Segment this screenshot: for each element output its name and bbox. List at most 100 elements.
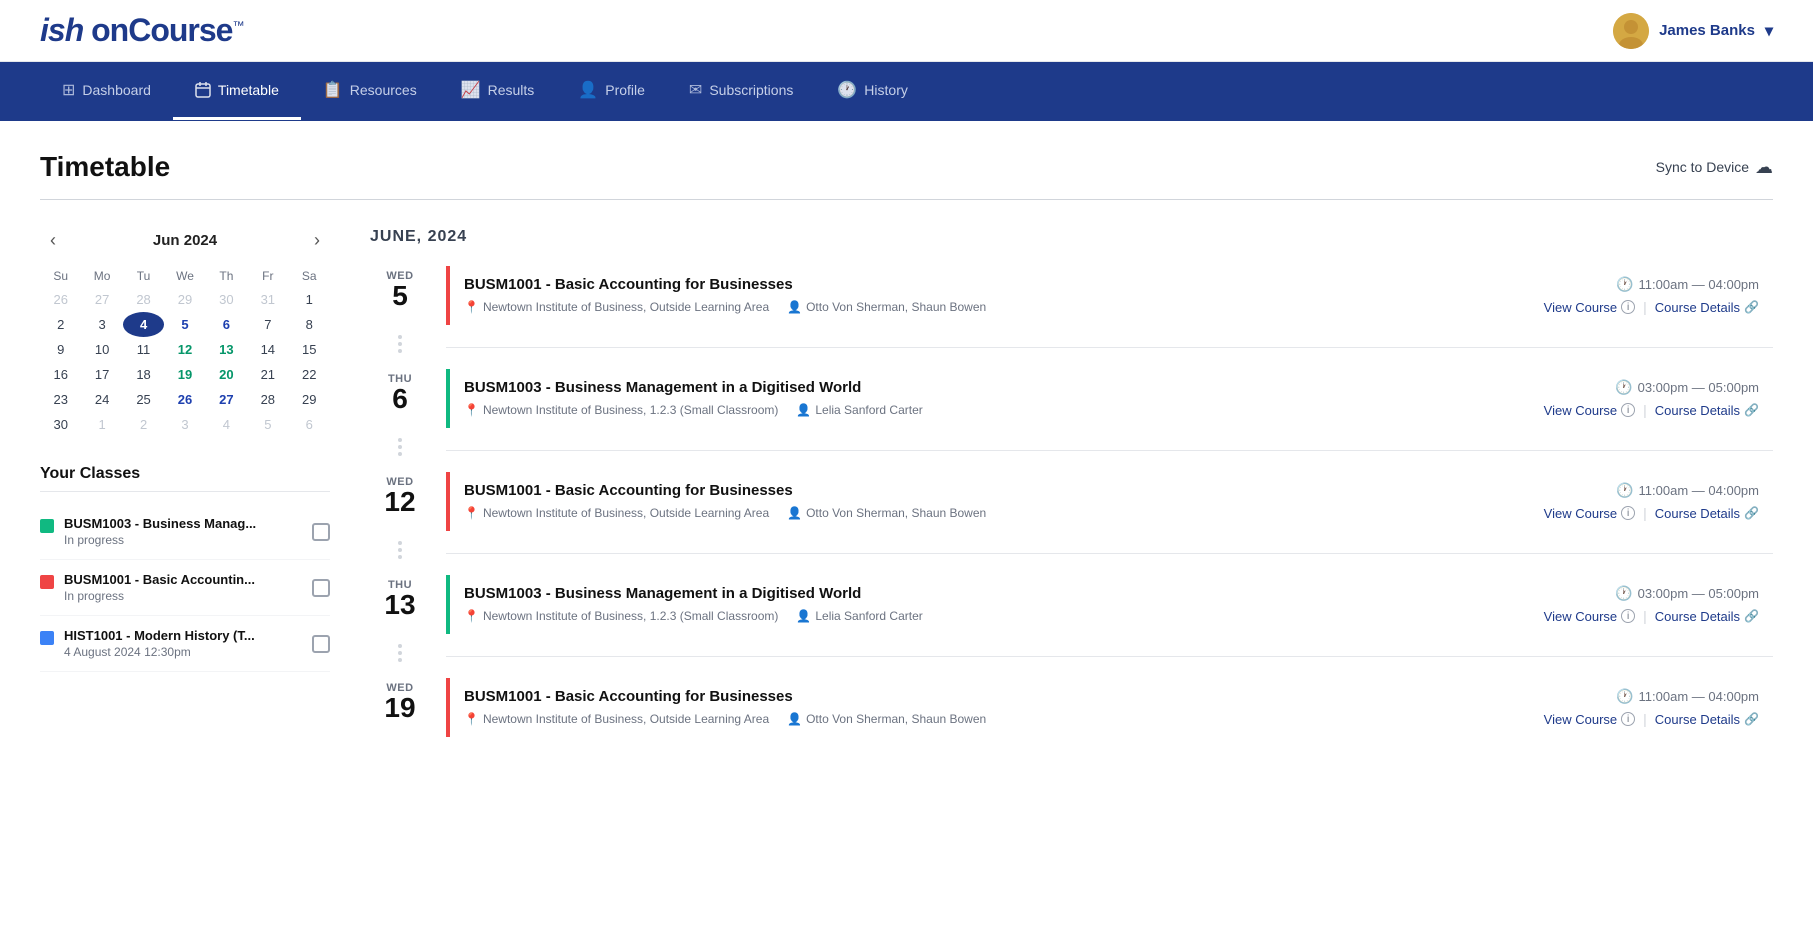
calendar-day[interactable]: 27 — [81, 287, 122, 312]
cal-dow-fr: Fr — [247, 265, 288, 287]
calendar-day[interactable]: 6 — [289, 412, 330, 437]
calendar-day[interactable]: 20 — [206, 362, 247, 387]
event-bottom-row: 📍 Newtown Institute of Business, 1.2.3 (… — [464, 608, 1759, 624]
view-course-button[interactable]: View Course i — [1544, 712, 1635, 727]
calendar-day[interactable]: 6 — [206, 312, 247, 337]
course-details-button[interactable]: Course Details 🔗 — [1655, 609, 1759, 624]
calendar-day[interactable]: 16 — [40, 362, 81, 387]
calendar-day[interactable]: 30 — [40, 412, 81, 437]
course-details-label: Course Details — [1655, 712, 1740, 727]
calendar-day[interactable]: 17 — [81, 362, 122, 387]
calendar-day[interactable]: 3 — [81, 312, 122, 337]
class-item-busm1003[interactable]: BUSM1003 - Business Manag... In progress — [40, 504, 330, 560]
calendar-prev-button[interactable]: ‹ — [44, 228, 62, 253]
nav-item-history[interactable]: 🕐 History — [815, 62, 929, 121]
calendar-day[interactable]: 26 — [40, 287, 81, 312]
class-name: BUSM1003 - Business Manag... — [64, 516, 256, 531]
nav-item-results[interactable]: 📈 Results — [439, 62, 557, 121]
location-text: Newtown Institute of Business, 1.2.3 (Sm… — [483, 403, 778, 417]
event-time: 🕐 11:00am — 04:00pm — [1616, 688, 1759, 705]
divider: | — [1643, 402, 1647, 418]
class-checkbox[interactable] — [312, 579, 330, 597]
calendar-day[interactable]: 22 — [289, 362, 330, 387]
divider: | — [1643, 299, 1647, 315]
nav-item-timetable[interactable]: Timetable — [173, 63, 301, 120]
calendar-day[interactable]: 10 — [81, 337, 122, 362]
location-icon: 📍 — [464, 300, 479, 314]
event-time: 🕐 11:00am — 04:00pm — [1616, 276, 1759, 293]
course-details-button[interactable]: Course Details 🔗 — [1655, 403, 1759, 418]
calendar-day[interactable]: 7 — [247, 312, 288, 337]
class-checkbox[interactable] — [312, 635, 330, 653]
calendar-day[interactable]: 30 — [206, 287, 247, 312]
calendar-day[interactable]: 14 — [247, 337, 288, 362]
class-item-hist1001[interactable]: HIST1001 - Modern History (T... 4 August… — [40, 616, 330, 672]
calendar-day[interactable]: 27 — [206, 387, 247, 412]
calendar-day[interactable]: 11 — [123, 337, 164, 362]
calendar-day[interactable]: 5 — [164, 312, 205, 337]
calendar-day[interactable]: 29 — [164, 287, 205, 312]
calendar-day[interactable]: 28 — [247, 387, 288, 412]
class-status: In progress — [64, 533, 256, 547]
calendar-next-button[interactable]: › — [308, 228, 326, 253]
event-teacher: 👤 Otto Von Sherman, Shaun Bowen — [787, 712, 986, 726]
view-course-button[interactable]: View Course i — [1544, 300, 1635, 315]
calendar-day[interactable]: 28 — [123, 287, 164, 312]
class-item-busm1001[interactable]: BUSM1001 - Basic Accountin... In progres… — [40, 560, 330, 616]
calendar-day[interactable]: 31 — [247, 287, 288, 312]
view-course-label: View Course — [1544, 506, 1617, 521]
course-details-button[interactable]: Course Details 🔗 — [1655, 506, 1759, 521]
course-details-button[interactable]: Course Details 🔗 — [1655, 712, 1759, 727]
user-menu[interactable]: James Banks ▾ — [1613, 13, 1773, 49]
day-events: BUSM1001 - Basic Accounting for Business… — [446, 678, 1773, 739]
calendar-day[interactable]: 18 — [123, 362, 164, 387]
event-card-wed5-busm1001: BUSM1001 - Basic Accounting for Business… — [446, 266, 1773, 325]
chevron-down-icon: ▾ — [1765, 21, 1773, 41]
calendar-day[interactable]: 25 — [123, 387, 164, 412]
calendar-header: ‹ Jun 2024 › — [40, 228, 330, 253]
calendar-day[interactable]: 1 — [289, 287, 330, 312]
teacher-text: Lelia Sanford Carter — [815, 403, 922, 417]
view-course-button[interactable]: View Course i — [1544, 506, 1635, 521]
calendar-day[interactable]: 4 — [206, 412, 247, 437]
class-checkbox[interactable] — [312, 523, 330, 541]
calendar-day[interactable]: 23 — [40, 387, 81, 412]
calendar-day[interactable]: 5 — [247, 412, 288, 437]
course-details-label: Course Details — [1655, 403, 1740, 418]
nav-item-resources[interactable]: 📋 Resources — [301, 62, 439, 121]
calendar-day[interactable]: 24 — [81, 387, 122, 412]
nav-item-subscriptions[interactable]: ✉ Subscriptions — [667, 62, 815, 121]
day-separator — [370, 644, 1773, 662]
sync-to-device-button[interactable]: Sync to Device ☁ — [1656, 157, 1773, 178]
view-course-button[interactable]: View Course i — [1544, 609, 1635, 624]
calendar-day[interactable]: 12 — [164, 337, 205, 362]
cal-dow-mo: Mo — [81, 265, 122, 287]
info-icon: i — [1621, 403, 1635, 417]
teacher-text: Otto Von Sherman, Shaun Bowen — [806, 506, 986, 520]
calendar-day[interactable]: 1 — [81, 412, 122, 437]
calendar-day[interactable]: 13 — [206, 337, 247, 362]
course-details-button[interactable]: Course Details 🔗 — [1655, 300, 1759, 315]
event-meta: 📍 Newtown Institute of Business, Outside… — [464, 712, 986, 726]
calendar-day[interactable]: 2 — [123, 412, 164, 437]
nav-item-dashboard[interactable]: ⊞ Dashboard — [40, 62, 173, 121]
calendar-day[interactable]: 26 — [164, 387, 205, 412]
cal-dow-we: We — [164, 265, 205, 287]
calendar-day[interactable]: 3 — [164, 412, 205, 437]
calendar-day[interactable]: 4 — [123, 312, 164, 337]
calendar-day[interactable]: 19 — [164, 362, 205, 387]
calendar-day[interactable]: 2 — [40, 312, 81, 337]
divider: | — [1643, 711, 1647, 727]
nav-item-profile[interactable]: 👤 Profile — [556, 62, 667, 121]
calendar-day[interactable]: 29 — [289, 387, 330, 412]
view-course-button[interactable]: View Course i — [1544, 403, 1635, 418]
event-teacher: 👤 Otto Von Sherman, Shaun Bowen — [787, 300, 986, 314]
calendar-month-year: Jun 2024 — [153, 232, 217, 249]
calendar-day[interactable]: 21 — [247, 362, 288, 387]
event-actions: View Course i | Course Details 🔗 — [1544, 402, 1759, 418]
calendar-day[interactable]: 8 — [289, 312, 330, 337]
calendar-day[interactable]: 9 — [40, 337, 81, 362]
separator-line — [446, 450, 1773, 451]
calendar-day[interactable]: 15 — [289, 337, 330, 362]
teacher-text: Lelia Sanford Carter — [815, 609, 922, 623]
